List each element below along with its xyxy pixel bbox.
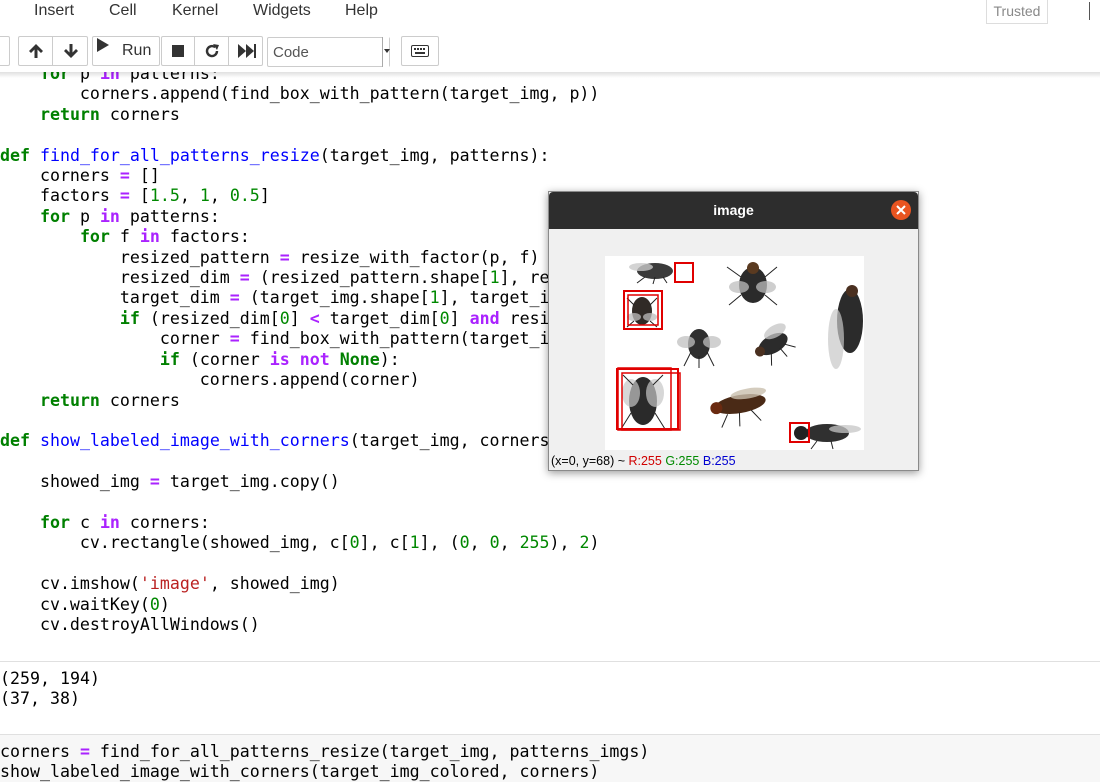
code-line: corners.append(corner) (0, 370, 420, 390)
code-line: cv.waitKey(0) (0, 594, 170, 614)
code-line: return corners (39, 390, 180, 410)
trusted-indicator[interactable]: Trusted (986, 0, 1048, 24)
code-line: if (corner is not None): (159, 349, 400, 369)
close-button[interactable] (891, 200, 911, 220)
fly-image (605, 256, 864, 450)
code-line: if (resized_dim[0] < target_dim[0] and r… (119, 308, 550, 328)
code-line: for p in patterns: (39, 206, 220, 226)
output-line: (37, 38) (0, 689, 80, 709)
pixel-red-value: R:255 (628, 454, 662, 468)
code-line: corners = [] (0, 166, 160, 186)
menu-widgets[interactable]: Widgets (253, 2, 311, 20)
chevron-down-icon (382, 37, 390, 67)
code-line: cv.rectangle(showed_img, c[0], c[1], (0,… (0, 533, 600, 553)
move-up-button[interactable] (19, 37, 53, 65)
output-line: (259, 194) (0, 669, 100, 688)
cell-divider (0, 661, 1100, 662)
keyboard-icon (411, 45, 429, 57)
code-line: for p in patterns: (39, 72, 220, 83)
arrow-down-icon (64, 44, 78, 58)
cell-output: (259, 194) (37, 38) (0, 669, 100, 710)
code-line: corners = find_for_all_patterns_resize(t… (0, 742, 650, 761)
image-status-bar: (x=0, y=68) ~ R:255 G:255 B:255 (551, 454, 736, 468)
code-line: for c in corners: (39, 512, 210, 532)
cell-type-select[interactable]: Code (267, 37, 390, 67)
code-line: for f in factors: (79, 227, 250, 247)
cell-type-value: Code (273, 44, 309, 61)
code-cell-editor[interactable]: for p in patterns: corners.append(find_b… (0, 72, 600, 635)
code-line: resized_dim = (resized_pattern.shape[1],… (0, 268, 550, 288)
code-line: target_dim = (target_img.shape[1], targe… (0, 288, 550, 308)
image-window-title: image (713, 202, 754, 218)
restart-button[interactable] (196, 37, 229, 65)
close-icon (896, 205, 906, 215)
play-icon (97, 38, 109, 52)
code-line: return corners (39, 104, 180, 124)
image-window[interactable]: image (x=0, y=68) ~ R:255 G:255 B:255 (548, 191, 919, 471)
toolbar-button-clipped[interactable] (0, 36, 10, 66)
menu-insert[interactable]: Insert (34, 2, 74, 20)
move-cell-group (18, 36, 88, 66)
interrupt-button[interactable] (162, 37, 195, 65)
move-down-button[interactable] (54, 37, 88, 65)
code-line: corner = find_box_with_pattern(target_i (0, 329, 550, 349)
code-line: cv.destroyAllWindows() (0, 614, 260, 634)
menu-kernel[interactable]: Kernel (172, 2, 218, 20)
arrow-up-icon (28, 44, 43, 58)
code-line: show_labeled_image_with_corners(target_i… (0, 762, 600, 782)
run-button[interactable]: Run (92, 36, 160, 66)
code-line: def find_for_all_patterns_resize(target_… (0, 145, 550, 165)
pixel-coords: (x=0, y=68) ~ (551, 454, 629, 468)
pixel-green-value: G:255 (665, 454, 700, 468)
menu-help[interactable]: Help (345, 2, 378, 20)
stop-icon (172, 45, 184, 57)
restart-icon (205, 44, 219, 58)
image-window-titlebar[interactable]: image (549, 192, 918, 229)
fast-forward-icon (237, 44, 256, 58)
code-line: showed_img = target_img.copy() (0, 472, 340, 492)
menu-cell[interactable]: Cell (109, 2, 137, 20)
code-line: def show_labeled_image_with_corners(targ… (0, 431, 550, 451)
code-line: factors = [1.5, 1, 0.5] (0, 186, 270, 206)
kernel-control-group (161, 36, 263, 66)
code-line: corners.append(find_box_with_pattern(tar… (0, 84, 600, 104)
code-line: cv.imshow('image', showed_img) (0, 574, 340, 594)
toolbar: Run Code (0, 30, 1100, 72)
menubar: Insert Cell Kernel Widgets Help Trusted (0, 0, 1100, 30)
pixel-blue-value: B:255 (702, 454, 736, 468)
run-button-label: Run (122, 42, 152, 59)
restart-run-all-button[interactable] (230, 37, 263, 65)
next-code-cell-editor[interactable]: corners = find_for_all_patterns_resize(t… (0, 742, 649, 782)
kernel-indicator (1089, 2, 1090, 20)
command-palette-button[interactable] (401, 36, 439, 66)
code-line: resized_pattern = resize_with_factor(p, … (0, 247, 540, 267)
